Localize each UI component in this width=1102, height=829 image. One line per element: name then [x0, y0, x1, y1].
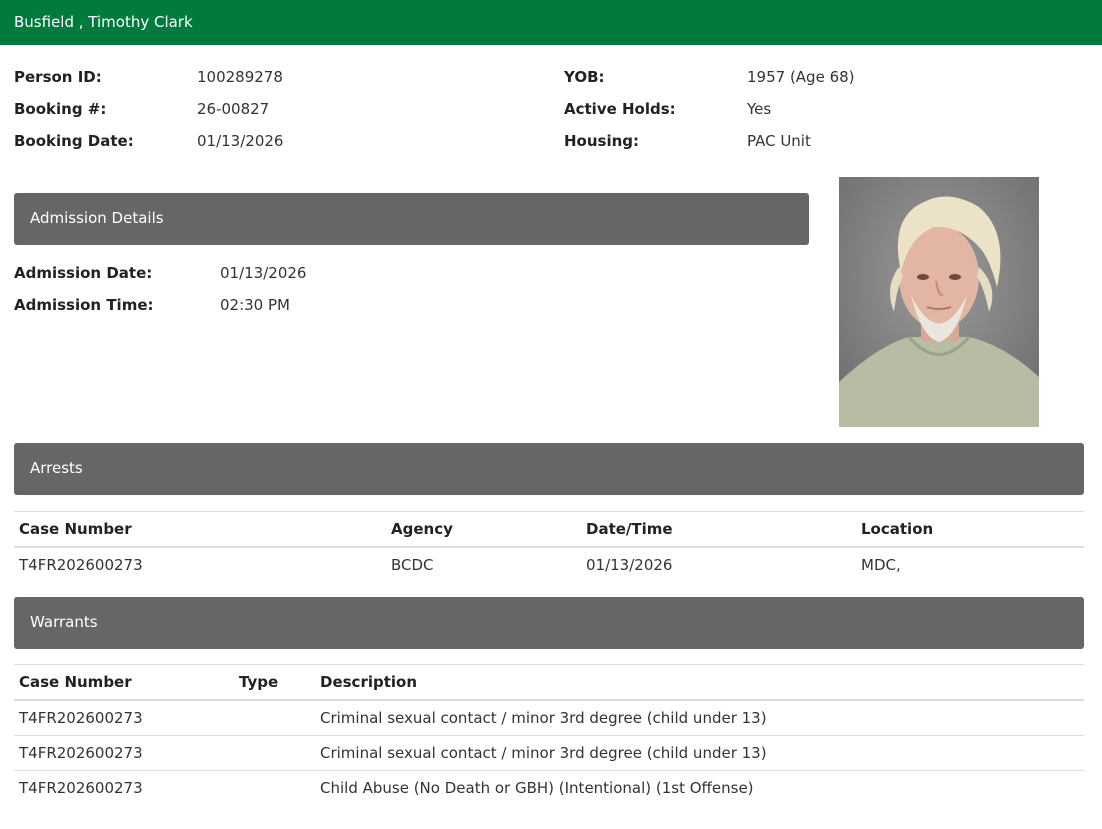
column-header: Location	[856, 511, 1084, 548]
page-header: Busfield , Timothy Clark	[0, 0, 1102, 45]
table-cell: 01/13/2026	[586, 556, 673, 574]
admission-time-value: 02:30 PM	[220, 296, 290, 314]
person-id-label: Person ID:	[14, 68, 102, 86]
warrants-title: Warrants	[30, 613, 98, 631]
booking-number-value: 26-00827	[197, 100, 270, 118]
summary-row: Booking Date: 01/13/2026 Housing: PAC Un…	[14, 126, 1084, 158]
column-header: Case Number	[14, 664, 234, 701]
active-holds-label: Active Holds:	[564, 100, 676, 118]
table-cell: T4FR202600273	[19, 556, 143, 574]
housing-value: PAC Unit	[747, 132, 811, 150]
table-cell: Criminal sexual contact / minor 3rd degr…	[315, 735, 1084, 771]
column-header: Date/Time	[581, 511, 856, 548]
admission-time-label: Admission Time:	[14, 296, 154, 314]
booking-date-label: Booking Date:	[14, 132, 134, 150]
table-row: T4FR202600273 BCDC 01/13/2026 MDC,	[14, 547, 1084, 582]
booking-photo	[839, 177, 1039, 427]
person-id-value: 100289278	[197, 68, 283, 86]
warrants-table: Case Number Type Description T4FR2026002…	[14, 664, 1084, 805]
table-row: T4FR202600273 Child Abuse (No Death or G…	[14, 771, 1084, 806]
inmate-name: Busfield , Timothy Clark	[14, 13, 193, 31]
table-cell: Child Abuse (No Death or GBH) (Intention…	[320, 779, 754, 797]
table-row: T4FR202600273 Criminal sexual contact / …	[14, 735, 1084, 771]
admission-details: Admission Date: 01/13/2026 Admission Tim…	[14, 258, 414, 322]
summary-info: Person ID: 100289278 YOB: 1957 (Age 68) …	[14, 62, 1084, 158]
table-cell: BCDC	[391, 556, 434, 574]
booking-photo-image	[839, 177, 1039, 427]
active-holds-value: Yes	[747, 100, 772, 118]
admission-row: Admission Date: 01/13/2026	[14, 258, 414, 290]
arrests-table: Case Number Agency Date/Time Location T4…	[14, 511, 1084, 582]
column-header: Agency	[386, 511, 581, 548]
booking-number-label: Booking #:	[14, 100, 107, 118]
yob-value: 1957 (Age 68)	[747, 68, 855, 86]
table-header-row: Case Number Type Description	[14, 664, 1084, 701]
yob-label: YOB:	[564, 68, 605, 86]
admission-row: Admission Time: 02:30 PM	[14, 290, 414, 322]
table-cell: T4FR202600273	[14, 735, 234, 771]
arrests-header: Arrests	[14, 443, 1084, 495]
admission-details-header: Admission Details	[14, 193, 809, 245]
table-header-row: Case Number Agency Date/Time Location	[14, 511, 1084, 548]
column-header: Type	[234, 664, 315, 701]
booking-date-value: 01/13/2026	[197, 132, 284, 150]
admission-date-label: Admission Date:	[14, 264, 153, 282]
warrants-header: Warrants	[14, 597, 1084, 649]
table-cell	[234, 735, 315, 771]
table-cell	[234, 700, 315, 736]
column-header: Description	[315, 664, 1084, 701]
table-cell: Criminal sexual contact / minor 3rd degr…	[315, 700, 1084, 736]
arrests-title: Arrests	[30, 459, 83, 477]
table-cell: T4FR202600273	[19, 779, 143, 797]
summary-row: Booking #: 26-00827 Active Holds: Yes	[14, 94, 1084, 126]
admission-details-title: Admission Details	[30, 209, 164, 227]
table-row: T4FR202600273 Criminal sexual contact / …	[14, 700, 1084, 736]
admission-date-value: 01/13/2026	[220, 264, 307, 282]
table-cell: T4FR202600273	[14, 700, 234, 736]
housing-label: Housing:	[564, 132, 640, 150]
summary-row: Person ID: 100289278 YOB: 1957 (Age 68)	[14, 62, 1084, 94]
column-header: Case Number	[14, 511, 386, 548]
table-cell: MDC,	[861, 556, 901, 574]
table-cell	[234, 771, 315, 806]
